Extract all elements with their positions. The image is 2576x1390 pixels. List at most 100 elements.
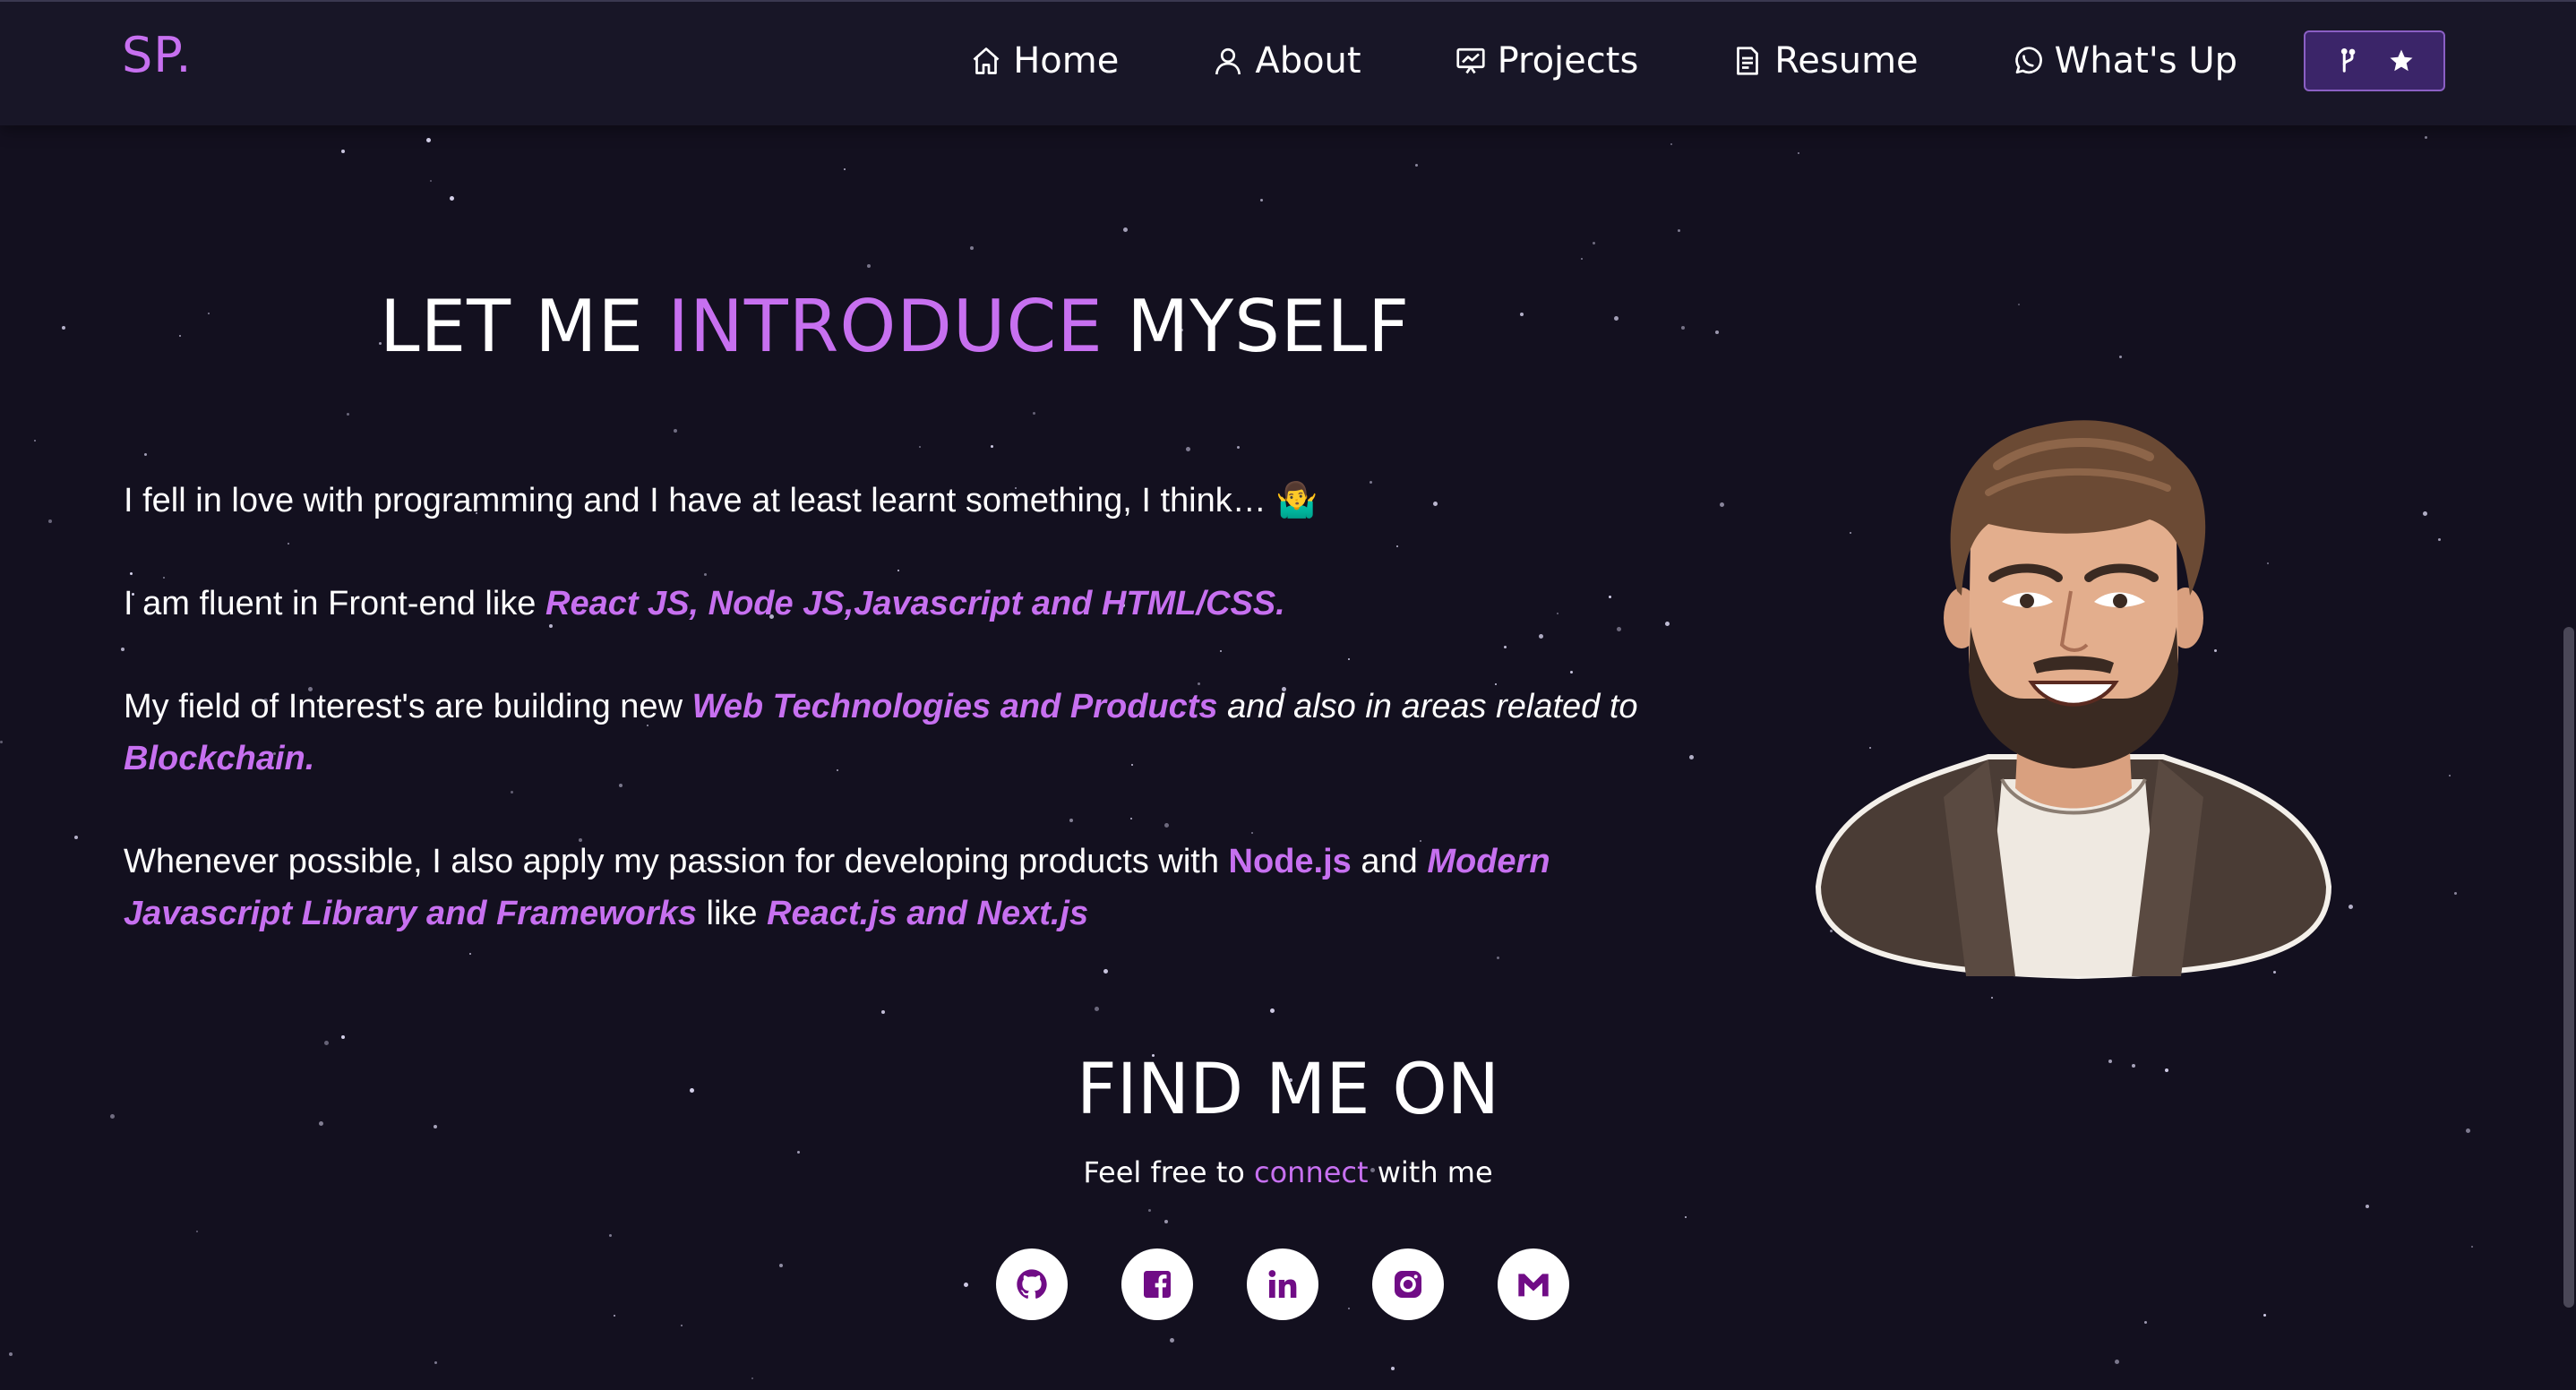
star	[1415, 164, 1418, 167]
star	[1170, 1338, 1174, 1343]
star	[2144, 1321, 2147, 1324]
star	[1391, 1367, 1395, 1370]
star	[1593, 242, 1595, 245]
star	[1685, 1216, 1687, 1218]
home-icon	[973, 47, 1000, 74]
star	[797, 1151, 800, 1154]
star	[2119, 356, 2122, 358]
intro-p1-text: I fell in love with programming and I ha…	[124, 482, 1318, 519]
star	[674, 429, 677, 433]
brand-logo[interactable]: SP.	[122, 27, 193, 83]
star	[450, 196, 454, 201]
linkedin-icon	[1268, 1270, 1297, 1298]
star	[614, 1315, 615, 1317]
star	[2348, 905, 2353, 909]
star	[1033, 412, 1035, 415]
find-sub-post: with me	[1368, 1155, 1493, 1189]
facebook-icon	[1144, 1271, 1171, 1298]
star	[434, 1361, 437, 1364]
gmail-link[interactable]	[1498, 1248, 1569, 1320]
linkedin-link[interactable]	[1247, 1248, 1318, 1320]
nav-item-whatsup[interactable]: What's Up	[2012, 40, 2237, 82]
find-sub-accent: connect	[1254, 1155, 1369, 1189]
intro-p2-highlight: React JS, Node JS,Javascript and HTML/CS…	[545, 585, 1285, 622]
intro-heading-accent: INTRODUCE	[667, 285, 1103, 368]
star	[1665, 622, 1670, 626]
github-link[interactable]	[996, 1248, 1068, 1320]
star	[1186, 447, 1190, 451]
nav-item-projects[interactable]: Projects	[1455, 40, 1639, 82]
intro-p4-text-mid2: like	[696, 895, 768, 932]
instagram-link[interactable]	[1372, 1248, 1444, 1320]
star	[347, 413, 349, 416]
intro-heading-post: MYSELF	[1103, 285, 1411, 368]
nav-label-projects: Projects	[1497, 40, 1639, 82]
star	[2471, 1246, 2473, 1248]
star	[324, 1041, 329, 1045]
intro-p3-text: My field of Interest's are building new	[124, 688, 692, 725]
star	[609, 1234, 612, 1237]
nav-label-about: About	[1255, 40, 1361, 82]
star	[1581, 258, 1583, 260]
star	[970, 246, 974, 250]
star	[779, 1264, 783, 1267]
document-icon	[1737, 47, 1759, 75]
intro-p4-highlight-3: React.js and Next.js	[767, 895, 1089, 932]
star	[867, 264, 871, 268]
intro-p4-highlight-1: Node.js	[1228, 843, 1352, 880]
code-fork-icon	[2340, 48, 2356, 73]
nav-item-about[interactable]: About	[1212, 40, 1361, 82]
intro-p4-text: Whenever possible, I also apply my passi…	[124, 843, 1229, 880]
star	[1720, 502, 1724, 507]
star	[1798, 152, 1799, 154]
star	[62, 326, 65, 330]
star	[991, 445, 993, 448]
intro-body: I fell in love with programming and I ha…	[124, 475, 1664, 991]
star	[34, 440, 36, 442]
star	[430, 180, 432, 182]
github-fork-star-button[interactable]	[2304, 30, 2445, 91]
star	[1715, 330, 1719, 334]
instagram-icon	[1395, 1271, 1421, 1298]
whatsapp-icon	[2014, 47, 2042, 74]
star	[2423, 511, 2427, 516]
star	[2454, 892, 2457, 895]
nav-item-resume[interactable]: Resume	[1731, 40, 1919, 82]
nav-label-home: Home	[1013, 40, 1120, 82]
star	[48, 519, 52, 523]
star-icon	[2390, 49, 2413, 72]
intro-heading-pre: LET ME	[380, 285, 668, 368]
navbar: SP. Home About Projects Resume What's Up	[0, 0, 2576, 125]
star	[426, 138, 431, 142]
star	[1095, 1007, 1099, 1011]
star	[2018, 304, 2020, 305]
nav-label-resume: Resume	[1774, 40, 1919, 82]
facebook-link[interactable]	[1121, 1248, 1193, 1320]
intro-p4-text-mid: and	[1351, 843, 1428, 880]
scrollbar[interactable]	[2563, 627, 2574, 1308]
user-icon	[1215, 47, 1241, 75]
intro-p2-text: I am fluent in Front-end like	[124, 585, 545, 622]
intro-p3-highlight-1: Web Technologies and Products	[691, 688, 1218, 725]
star	[196, 1231, 198, 1232]
intro-p3-highlight-2: Blockchain.	[124, 740, 315, 777]
star	[1681, 326, 1685, 330]
nav-item-home[interactable]: Home	[970, 40, 1119, 82]
star	[2263, 1314, 2266, 1317]
star	[2449, 775, 2451, 777]
star	[919, 446, 921, 448]
star	[881, 1010, 885, 1014]
star	[1991, 997, 1993, 999]
avatar-illustration	[1815, 420, 2332, 980]
star	[2115, 1360, 2119, 1364]
star	[1237, 446, 1240, 449]
find-sub-pre: Feel free to	[1083, 1155, 1254, 1189]
social-links	[996, 1248, 1569, 1320]
intro-heading: LET ME INTRODUCE MYSELF	[380, 285, 1410, 368]
star	[144, 453, 147, 456]
star	[2438, 538, 2441, 541]
star	[0, 741, 3, 743]
intro-paragraph-2: I am fluent in Front-end like React JS, …	[124, 578, 1664, 630]
star	[1678, 229, 1680, 232]
star	[1614, 316, 1619, 321]
